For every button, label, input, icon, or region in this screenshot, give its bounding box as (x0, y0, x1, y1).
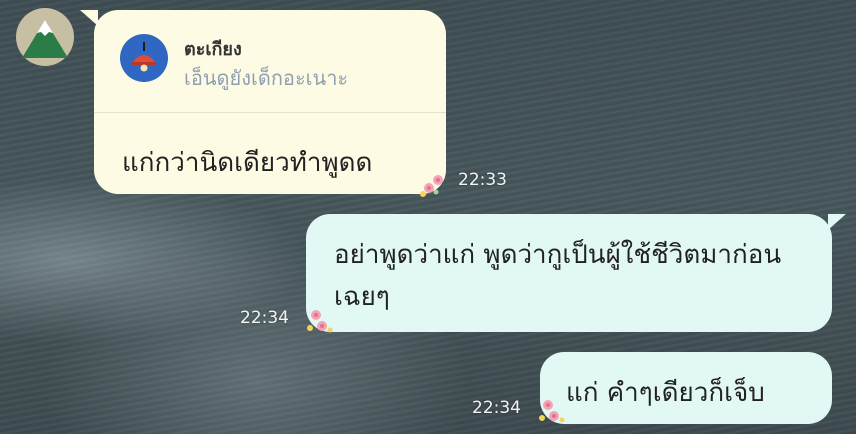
reply-preview[interactable]: ตะเกียง เอ็นดูยังเด็กอะเนาะ (120, 34, 420, 104)
message-time: 22:33 (458, 170, 507, 190)
outgoing-message-bubble[interactable]: แก่ คำๆเดียวก็เจ็บ (540, 352, 832, 424)
outgoing-message-bubble[interactable]: อย่าพูดว่าแก่ พูดว่ากูเป็นผู้ใช้ชีวิตมาก… (306, 214, 846, 332)
message-text: อย่าพูดว่าแก่ พูดว่ากูเป็นผู้ใช้ชีวิตมาก… (334, 240, 782, 312)
message-time: 22:34 (472, 398, 521, 418)
flower-sticker-icon (539, 400, 565, 423)
contact-avatar[interactable] (16, 8, 74, 66)
message-time: 22:34 (240, 308, 289, 328)
message-text: แก่กว่านิดเดียวทำพูดด (122, 148, 373, 178)
reply-sender-name: ตะเกียง (184, 39, 242, 60)
message-text: แก่ คำๆเดียวก็เจ็บ (566, 378, 765, 408)
lamp-icon (120, 34, 168, 82)
mountain-avatar-icon (22, 20, 68, 58)
reply-divider (94, 112, 446, 113)
flower-sticker-icon (420, 175, 443, 197)
flower-sticker-icon (307, 310, 333, 333)
incoming-message-bubble[interactable]: ตะเกียง เอ็นดูยังเด็กอะเนาะ แก่กว่านิดเด… (80, 10, 446, 194)
reply-quoted-text: เอ็นดูยังเด็กอะเนาะ (184, 66, 349, 90)
